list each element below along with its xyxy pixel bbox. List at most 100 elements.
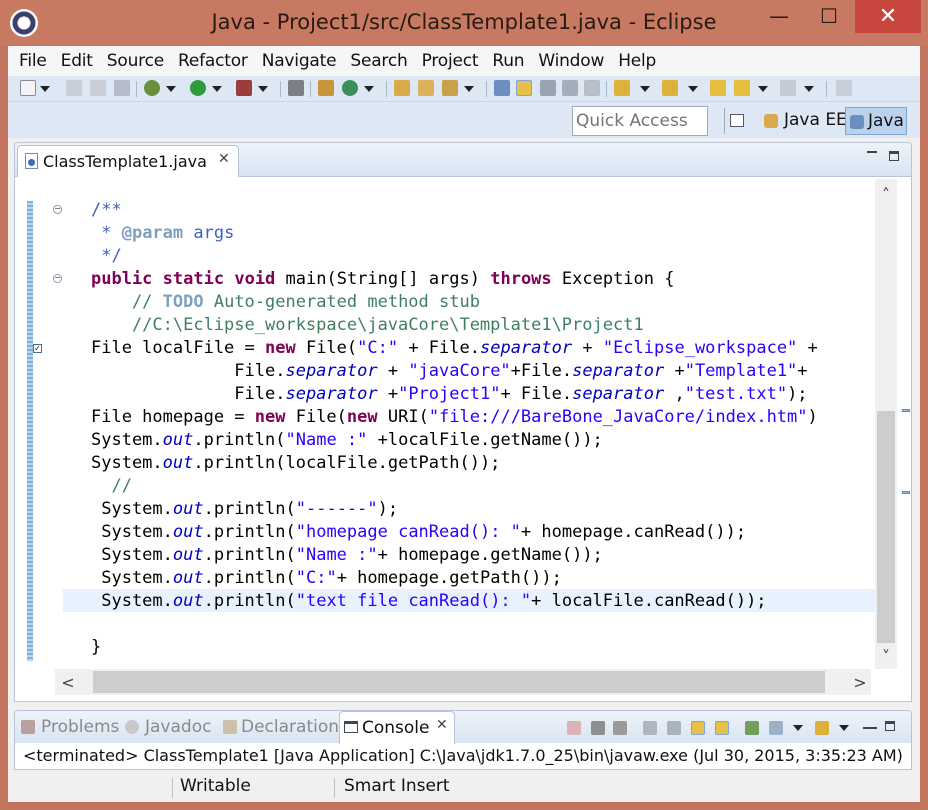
open-console-icon[interactable] [815,721,829,735]
external-tools-dropdown-icon[interactable] [258,86,268,92]
code-line[interactable]: System.out.println("homepage canRead(): … [91,521,746,544]
pin-console-icon[interactable] [745,721,759,735]
open-type-icon[interactable] [394,80,410,96]
new-java-class-icon[interactable] [342,80,358,96]
minimize-button[interactable]: — [756,0,802,33]
console-maximize-icon[interactable] [885,721,895,731]
code-line[interactable]: * @param args [91,222,234,245]
code-line[interactable]: File.separator +"Project1"+ File.separat… [91,383,807,406]
code-line[interactable]: System.out.println("Name :" +localFile.g… [91,429,603,452]
code-line[interactable]: File localFile = new File("C:" + File.se… [91,337,818,360]
clear-console-icon[interactable] [643,721,657,735]
code-line[interactable]: System.out.println("Name :"+ homepage.ge… [91,544,603,567]
vertical-scroll-thumb[interactable] [877,411,895,643]
menu-window[interactable]: Window [531,51,611,71]
code-line[interactable]: // TODO Auto-generated method stub [91,291,480,314]
menu-project[interactable]: Project [415,51,486,71]
tab-problems[interactable]: Problems [41,717,119,737]
search-dropdown-icon[interactable] [464,86,474,92]
terminate-icon[interactable] [567,721,581,735]
menu-source[interactable]: Source [100,51,171,71]
console-minimize-icon[interactable] [863,725,877,729]
open-folder-icon[interactable] [418,80,434,96]
horizontal-scrollbar[interactable]: < > [55,669,871,695]
fold-method-icon[interactable]: − [53,274,62,283]
editor-tab-classtemplate1[interactable]: ClassTemplate1.java ✕ [17,145,239,177]
horizontal-scroll-thumb[interactable] [93,671,825,693]
menu-edit[interactable]: Edit [54,51,100,71]
previous-annotation-icon[interactable] [662,80,678,96]
task-marker-icon[interactable]: ✓ [33,344,42,353]
run-dropdown-icon[interactable] [212,86,222,92]
scroll-lock-icon[interactable] [667,721,681,735]
editor-maximize-icon[interactable] [889,151,899,161]
remove-launch-icon[interactable] [591,721,605,735]
menu-refactor[interactable]: Refactor [171,51,255,71]
toggle-breadcrumb-icon[interactable] [540,80,556,96]
back-icon[interactable] [734,80,750,96]
show-on-stdout-icon[interactable] [691,721,705,735]
debug-dropdown-icon[interactable] [166,86,176,92]
close-button[interactable]: ✕ [855,0,921,33]
display-console-dropdown-icon[interactable] [793,725,803,731]
code-line[interactable]: File homepage = new File(new URI("file:/… [91,406,818,429]
open-console-dropdown-icon[interactable] [839,725,849,731]
perspective-java-ee[interactable]: Java EE [758,107,853,135]
new-java-package-icon[interactable] [318,80,334,96]
console-tab-close-icon[interactable]: ✕ [436,717,448,733]
code-line[interactable]: File.separator + "javaCore"+File.separat… [91,360,807,383]
previous-annotation-dropdown-icon[interactable] [688,86,698,92]
menu-help[interactable]: Help [611,51,663,71]
search-toolbar-icon[interactable] [442,80,458,96]
code-line[interactable]: System.out.println("------"); [91,498,398,521]
perspective-java[interactable]: Java [845,107,907,135]
code-line[interactable]: System.out.println(localFile.getPath()); [91,452,500,475]
remove-all-terminated-icon[interactable] [613,721,627,735]
open-perspective-icon[interactable] [730,114,744,127]
highlight-icon[interactable] [516,80,532,96]
next-annotation-dropdown-icon[interactable] [640,86,650,92]
menu-run[interactable]: Run [485,51,531,71]
new-class-dropdown-icon[interactable] [364,86,374,92]
tab-console[interactable]: Console ✕ [339,711,455,744]
overview-ruler[interactable] [899,179,911,669]
editor-minimize-icon[interactable] [867,149,877,153]
status-insert-mode[interactable]: Smart Insert [344,776,450,796]
next-annotation-icon[interactable] [614,80,630,96]
tab-declaration[interactable]: Declaration [241,717,339,737]
show-on-stderr-icon[interactable] [715,721,729,735]
overview-marker[interactable] [902,491,910,494]
editor-tab-close-icon[interactable]: ✕ [218,151,230,167]
console-output[interactable]: <terminated> ClassTemplate1 [Java Applic… [23,746,903,765]
show-whitespace-icon[interactable] [584,80,600,96]
new-dropdown-icon[interactable] [40,86,50,92]
scroll-up-icon[interactable]: ˄ [875,185,897,204]
forward-dropdown-icon[interactable] [804,86,814,92]
block-selection-icon[interactable] [562,80,578,96]
forward-icon[interactable] [780,80,796,96]
code-line[interactable]: //C:\Eclipse_workspace\javaCore\Template… [91,314,644,337]
toggle-mark-occurrences-icon[interactable] [494,80,510,96]
save-all-icon[interactable] [90,80,106,96]
title-bar[interactable]: Java - Project1/src/ClassTemplate1.java … [0,0,928,46]
new-icon[interactable] [20,80,36,96]
maximize-button[interactable]: ☐ [806,0,852,33]
code-line[interactable]: } [91,636,101,659]
back-dropdown-icon[interactable] [758,86,768,92]
skip-breakpoints-icon[interactable] [288,80,304,96]
scroll-right-icon[interactable]: > [847,673,873,692]
code-line[interactable]: /** [91,199,122,222]
code-line[interactable]: // [91,475,131,498]
overview-marker[interactable] [902,409,910,412]
vertical-scrollbar[interactable]: ˄ ˅ [875,179,897,669]
scroll-down-icon[interactable]: ˅ [875,647,897,666]
menu-navigate[interactable]: Navigate [255,51,344,71]
last-edit-location-icon[interactable] [710,80,726,96]
menu-file[interactable]: File [12,51,54,71]
fold-javadoc-icon[interactable]: − [53,205,62,214]
save-icon[interactable] [66,80,82,96]
pin-editor-icon[interactable] [836,80,852,96]
debug-icon[interactable] [144,80,160,96]
code-line[interactable]: System.out.println("C:"+ homepage.getPat… [91,567,562,590]
code-line[interactable]: System.out.println("text file canRead():… [91,590,766,613]
